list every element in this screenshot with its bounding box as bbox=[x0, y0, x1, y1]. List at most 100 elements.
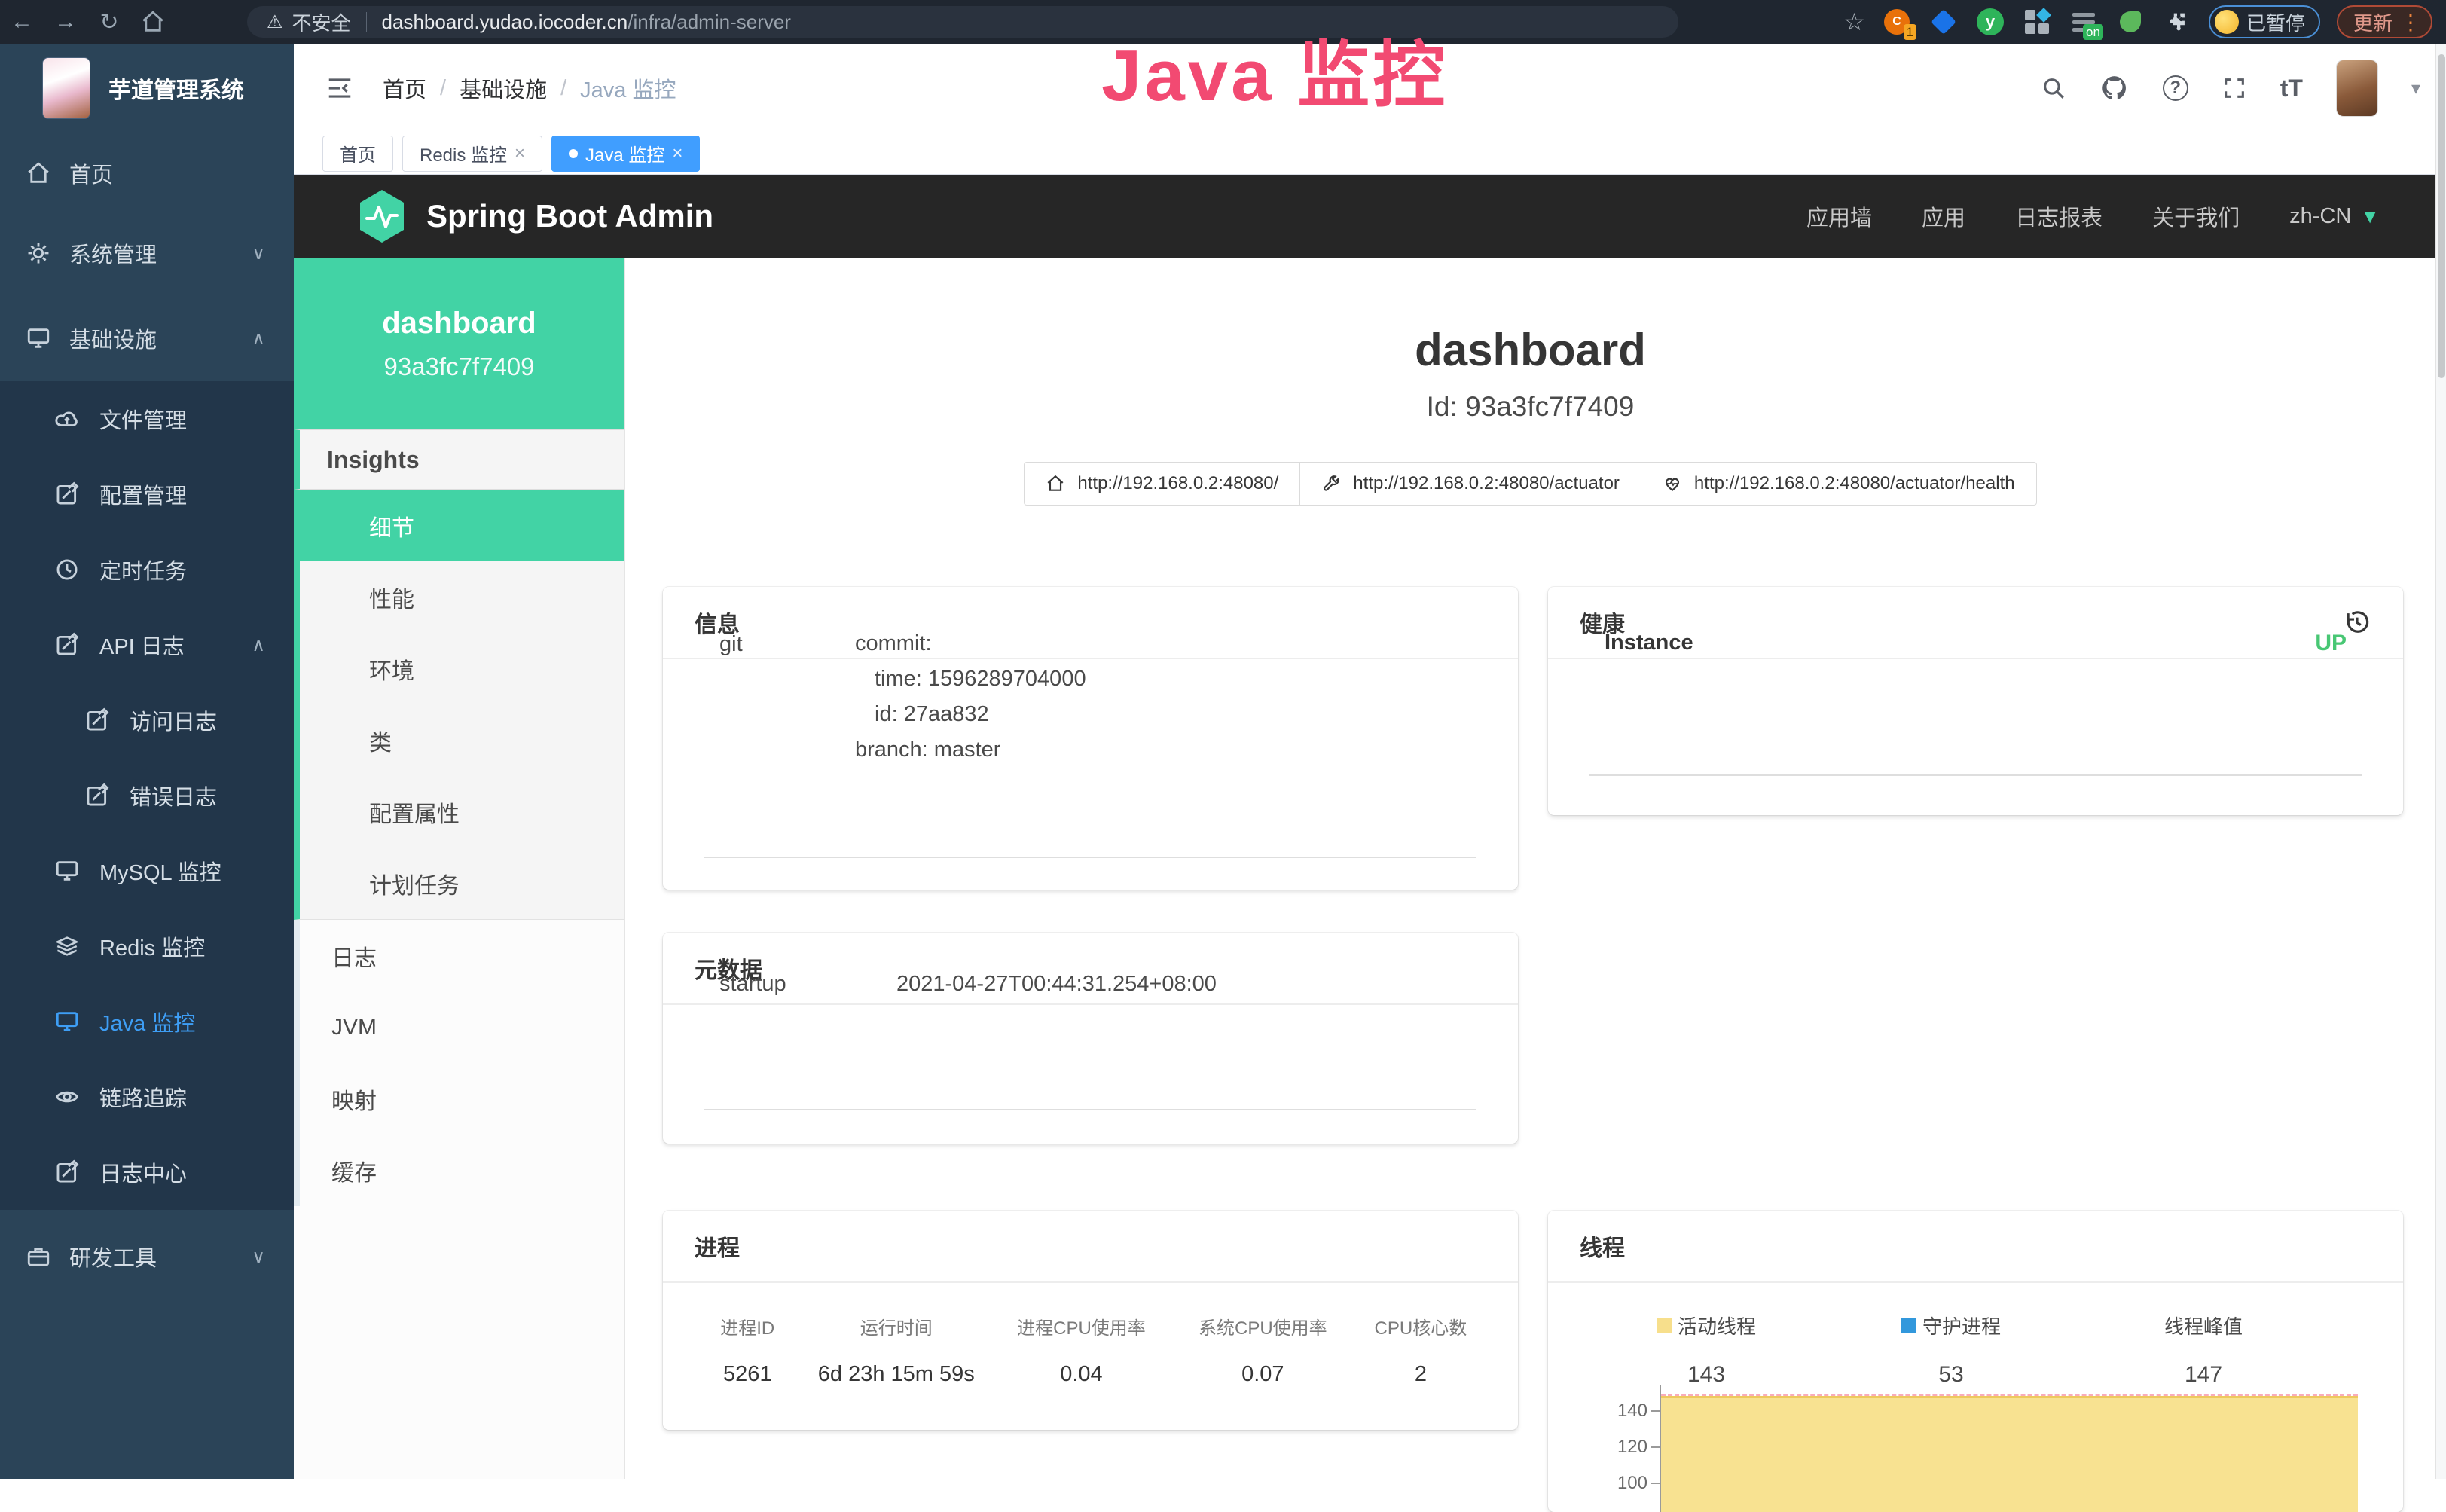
sba-nav-wallboard[interactable]: 应用墙 bbox=[1806, 200, 1872, 232]
security-label: 不安全 bbox=[292, 8, 351, 36]
sidebar-item-system[interactable]: 系统管理 ∨ bbox=[0, 215, 294, 291]
menu-item-details[interactable]: 细节 bbox=[300, 490, 624, 561]
sidebar-item-label: 定时任务 bbox=[99, 554, 187, 585]
menu-item-metrics[interactable]: 性能 bbox=[300, 561, 624, 633]
extension-icon-orange[interactable]: C 1 bbox=[1882, 7, 1912, 37]
tab-redis[interactable]: Redis 监控 × bbox=[402, 136, 542, 172]
sidebar-item-config[interactable]: 配置管理 bbox=[0, 457, 294, 532]
instance-id-line: Id: 93a3fc7f7409 bbox=[625, 391, 2435, 423]
sidebar-item-mysql[interactable]: MySQL 监控 bbox=[0, 833, 294, 909]
menu-item-logs[interactable]: 日志 bbox=[294, 920, 624, 991]
sidebar-item-access-log[interactable]: 访问日志 bbox=[0, 683, 294, 758]
metric-label: 系统CPU使用率 bbox=[1172, 1313, 1354, 1339]
chevron-down-icon: ▼ bbox=[2360, 205, 2380, 228]
log-icon bbox=[54, 632, 80, 658]
github-icon[interactable] bbox=[2099, 73, 2130, 103]
menu-item-classes[interactable]: 类 bbox=[300, 704, 624, 776]
app-sidebar: 芋道管理系统 首页 系统管理 ∨ 基础设施 ∧ 文件管理 配置管理 定时任务 A… bbox=[0, 44, 294, 1479]
extensions-puzzle-icon[interactable] bbox=[2162, 7, 2192, 37]
profile-paused-chip[interactable]: 已暂停 bbox=[2209, 5, 2320, 38]
app-logo-row[interactable]: 芋道管理系统 bbox=[0, 44, 294, 133]
instance-header[interactable]: dashboard 93a3fc7f7409 bbox=[294, 258, 624, 429]
live-threads-area bbox=[1661, 1396, 2358, 1512]
menu-item-label: 计划任务 bbox=[369, 867, 460, 900]
browser-back-icon[interactable]: ← bbox=[0, 9, 44, 35]
sidebar-toggle-icon[interactable] bbox=[325, 74, 356, 102]
close-icon[interactable]: × bbox=[672, 143, 682, 164]
sidebar-item-label: Java 监控 bbox=[99, 1006, 195, 1037]
sidebar-item-redis[interactable]: Redis 监控 bbox=[0, 909, 294, 984]
search-icon[interactable] bbox=[2041, 75, 2066, 101]
scrollbar-thumb[interactable] bbox=[2438, 54, 2445, 378]
address-bar[interactable]: ⚠ 不安全 dashboard.yudao.iocoder.cn /infra/… bbox=[247, 6, 1678, 38]
paused-label: 已暂停 bbox=[2246, 8, 2305, 36]
url-domain: dashboard.yudao.iocoder.cn bbox=[382, 11, 628, 34]
sba-nav: 应用墙 应用 日志报表 关于我们 zh-CN ▼ bbox=[1806, 200, 2446, 232]
extension-icon-pin[interactable] bbox=[1928, 7, 1959, 37]
sba-logo-icon bbox=[357, 188, 407, 244]
menu-item-mappings[interactable]: 映射 bbox=[294, 1063, 624, 1135]
sidebar-item-log-center[interactable]: 日志中心 bbox=[0, 1135, 294, 1210]
locale-label: zh-CN bbox=[2289, 204, 2351, 229]
sba-nav-about[interactable]: 关于我们 bbox=[2152, 200, 2240, 232]
extension-icon-green-y[interactable]: y bbox=[1975, 7, 2005, 37]
sidebar-item-home[interactable]: 首页 bbox=[0, 136, 294, 211]
sidebar-item-infra[interactable]: 基础设施 ∧ bbox=[0, 301, 294, 376]
page-tabs: 首页 Redis 监控 × Java 监控 × bbox=[294, 133, 2446, 175]
sidebar-item-jobs[interactable]: 定时任务 bbox=[0, 532, 294, 607]
sba-locale-select[interactable]: zh-CN ▼ bbox=[2289, 204, 2380, 229]
menu-item-caches[interactable]: 缓存 bbox=[294, 1135, 624, 1206]
text-size-icon[interactable]: tT bbox=[2280, 75, 2303, 102]
tab-home[interactable]: 首页 bbox=[322, 136, 393, 172]
browser-menu-icon[interactable]: ⋮ bbox=[2400, 10, 2422, 35]
breadcrumb-infra[interactable]: 基础设施 bbox=[460, 72, 547, 104]
tab-java[interactable]: Java 监控 × bbox=[551, 136, 700, 172]
menu-item-jvm[interactable]: JVM bbox=[294, 991, 624, 1063]
sidebar-item-files[interactable]: 文件管理 bbox=[0, 381, 294, 457]
page-scrollbar[interactable] bbox=[2435, 44, 2446, 1479]
browser-update-button[interactable]: 更新 ⋮ bbox=[2337, 5, 2432, 38]
process-metric-pid: 进程ID 5261 bbox=[693, 1313, 802, 1387]
legend-label: 守护进程 bbox=[1922, 1312, 2001, 1339]
browser-reload-icon[interactable]: ↻ bbox=[87, 9, 131, 35]
sba-nav-applications[interactable]: 应用 bbox=[1922, 200, 1965, 232]
extension-icon-leaf[interactable] bbox=[2115, 7, 2145, 37]
menu-item-label: 环境 bbox=[369, 652, 414, 686]
menu-item-config-props[interactable]: 配置属性 bbox=[300, 776, 624, 848]
sidebar-item-label: 首页 bbox=[69, 157, 113, 189]
health-url: http://192.168.0.2:48080/actuator/health bbox=[1694, 473, 2015, 494]
tab-label: Java 监控 bbox=[585, 140, 664, 166]
close-icon[interactable]: × bbox=[515, 143, 525, 164]
header-actions: ? tT ▾ bbox=[2041, 60, 2446, 117]
history-icon[interactable] bbox=[2343, 608, 2371, 637]
sidebar-item-label: Redis 监控 bbox=[99, 930, 205, 962]
sidebar-item-trace[interactable]: 链路追踪 bbox=[0, 1059, 294, 1135]
metadata-row-label: startup bbox=[719, 972, 786, 997]
breadcrumb-separator: / bbox=[560, 76, 566, 101]
fullscreen-icon[interactable] bbox=[2222, 75, 2247, 101]
service-url-button[interactable]: http://192.168.0.2:48080/ bbox=[1024, 462, 1300, 506]
sidebar-item-java[interactable]: Java 监控 bbox=[0, 984, 294, 1059]
menu-item-environment[interactable]: 环境 bbox=[300, 633, 624, 704]
insecure-warning-icon: ⚠ bbox=[267, 11, 283, 33]
sidebar-item-api-log[interactable]: API 日志 ∧ bbox=[0, 607, 294, 683]
instance-id: 93a3fc7f7409 bbox=[383, 353, 534, 381]
sidebar-item-error-log[interactable]: 错误日志 bbox=[0, 758, 294, 833]
extension-icon-list[interactable]: on bbox=[2069, 7, 2099, 37]
browser-home-icon[interactable] bbox=[131, 9, 175, 35]
help-icon[interactable]: ? bbox=[2163, 75, 2188, 101]
health-url-button[interactable]: http://192.168.0.2:48080/actuator/health bbox=[1641, 462, 2037, 506]
sba-brand-title[interactable]: Spring Boot Admin bbox=[426, 198, 713, 234]
actuator-url-button[interactable]: http://192.168.0.2:48080/actuator bbox=[1299, 462, 1641, 506]
extension-icon-grid[interactable] bbox=[2022, 7, 2052, 37]
briefcase-icon bbox=[26, 1244, 51, 1269]
avatar-caret-icon[interactable]: ▾ bbox=[2411, 78, 2420, 99]
threads-card: 线程 活动线程 143 守护进程 53 线程峰值 147 140 120 100 bbox=[1548, 1211, 2403, 1512]
menu-item-scheduled-tasks[interactable]: 计划任务 bbox=[300, 848, 624, 919]
sba-nav-journal[interactable]: 日志报表 bbox=[2015, 200, 2102, 232]
bookmark-star-icon[interactable]: ☆ bbox=[1843, 8, 1865, 36]
user-avatar[interactable] bbox=[2336, 60, 2378, 117]
browser-forward-icon[interactable]: → bbox=[44, 9, 87, 35]
sidebar-item-devtools[interactable]: 研发工具 ∨ bbox=[0, 1219, 294, 1294]
breadcrumb-home[interactable]: 首页 bbox=[383, 72, 426, 104]
